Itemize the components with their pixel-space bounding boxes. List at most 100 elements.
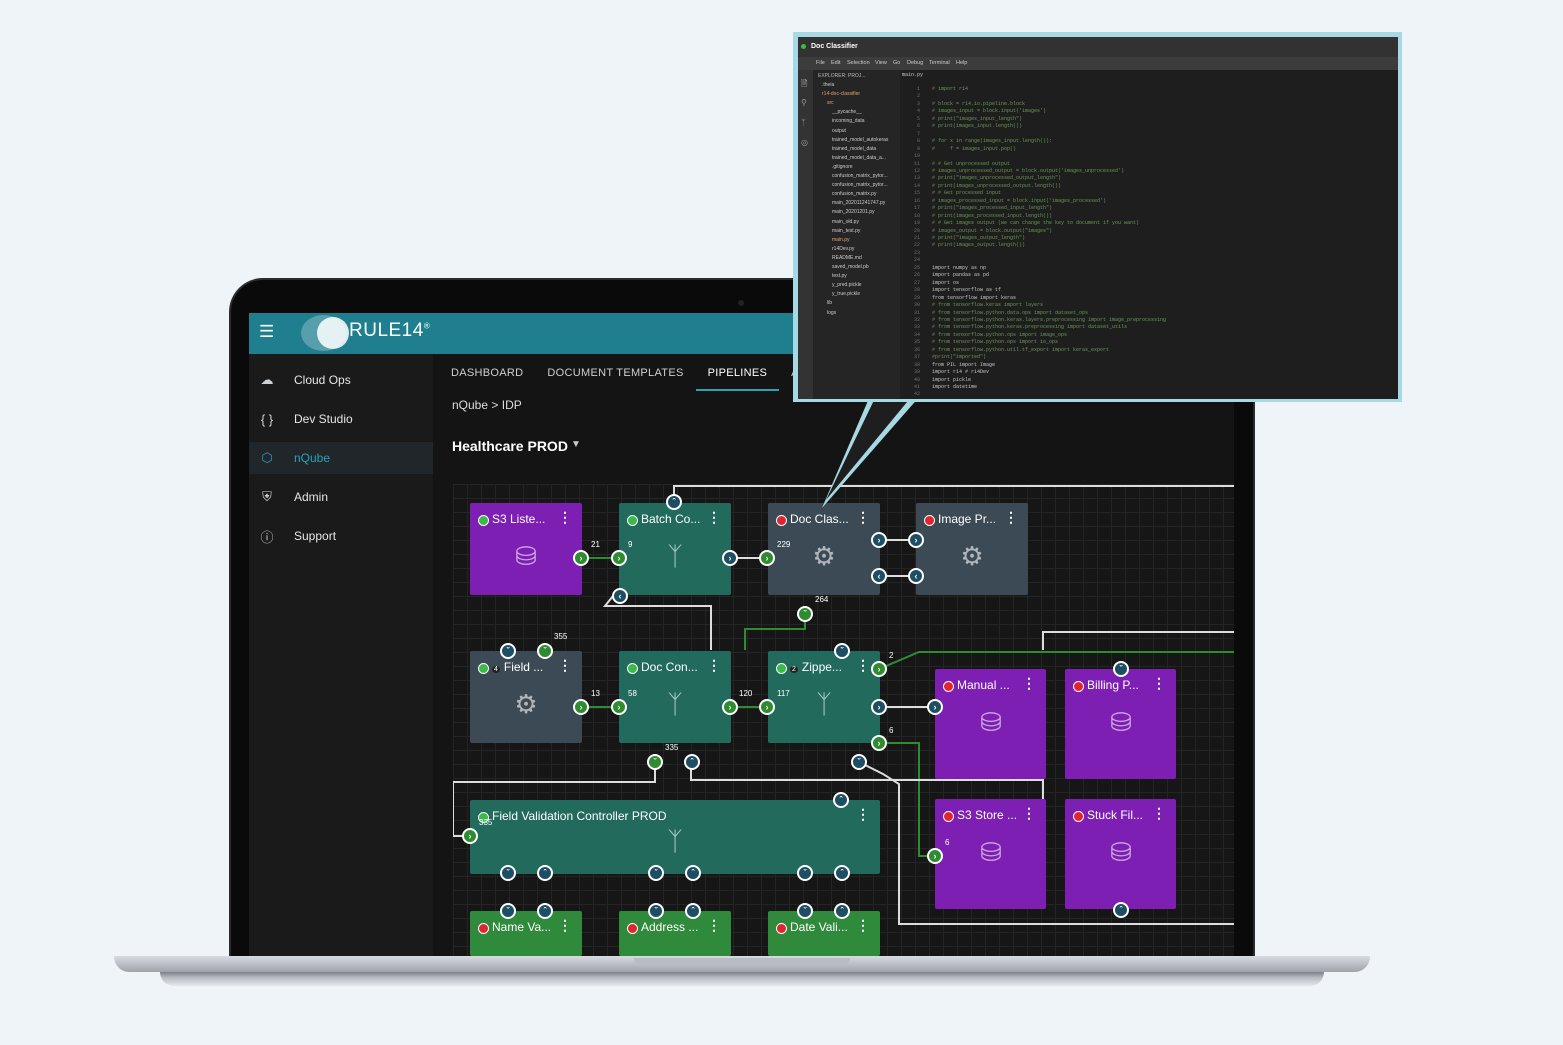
sidebar-item-admin[interactable]: ⛨ Admin [249, 481, 433, 513]
port-in[interactable]: › [759, 699, 775, 715]
port-out[interactable]: › [871, 735, 887, 751]
port-in[interactable]: › [611, 699, 627, 715]
file-tree-item[interactable]: y_true.pickle [832, 291, 860, 300]
port-down[interactable]: ˇ [537, 643, 553, 659]
file-tree-item[interactable]: y_pred.pickle [832, 282, 861, 291]
pipeline-canvas[interactable]: S3 Liste... ⋮ ⛁ Batch Co... ⋮ ᛉ Doc Clas… [453, 484, 1234, 956]
file-tree-item[interactable]: confusion_matrix.py [832, 191, 876, 200]
port-down[interactable]: ˇ [500, 865, 516, 881]
port-down[interactable]: ˇ [647, 754, 663, 770]
node-billing[interactable]: Billing P... ⋮ ⛁ [1065, 669, 1176, 779]
file-tree-item[interactable]: __pycache__ [832, 109, 862, 118]
kebab-menu-icon[interactable]: ⋮ [1152, 806, 1166, 820]
port-in[interactable]: › [759, 550, 775, 566]
port-down[interactable]: ˇ [797, 606, 813, 622]
git-branch-icon[interactable]: ᛉ [801, 118, 806, 127]
file-tree-item[interactable]: main.py [832, 237, 850, 246]
port-out[interactable]: › [871, 699, 887, 715]
node-date-validation[interactable]: Date Vali... ⋮ [768, 911, 880, 956]
kebab-menu-icon[interactable]: ⋮ [558, 658, 572, 672]
port-down[interactable]: ˇ [797, 865, 813, 881]
file-tree-item[interactable]: output [832, 128, 846, 137]
file-tree-item[interactable]: saved_model.pb [832, 264, 869, 273]
node-manual[interactable]: Manual ... ⋮ ⛁ [935, 669, 1046, 779]
node-address-validation[interactable]: Address ... ⋮ [619, 911, 731, 956]
port-out[interactable]: › [871, 532, 887, 548]
kebab-menu-icon[interactable]: ⋮ [558, 918, 572, 932]
tab-dashboard[interactable]: DASHBOARD [439, 357, 535, 391]
port-in[interactable]: › [927, 848, 943, 864]
file-tree-item[interactable]: logs [827, 310, 836, 319]
menu-go[interactable]: Go [893, 60, 900, 66]
kebab-menu-icon[interactable]: ⋮ [856, 918, 870, 932]
kebab-menu-icon[interactable]: ⋮ [856, 510, 870, 524]
port-down[interactable]: ˇ [648, 865, 664, 881]
port-down[interactable]: ˇ [797, 903, 813, 919]
open-tab[interactable]: main.py [902, 72, 923, 78]
port-up[interactable]: ˆ [666, 494, 682, 510]
port-up[interactable]: ˆ [537, 903, 553, 919]
port-in[interactable]: › [927, 699, 943, 715]
file-tree-item[interactable]: incoming_data [832, 118, 865, 127]
search-icon[interactable]: ⚲ [801, 98, 807, 107]
port-down[interactable]: ˇ [648, 903, 664, 919]
menu-edit[interactable]: Edit [831, 60, 840, 66]
port-out[interactable]: › [722, 699, 738, 715]
port-up[interactable]: ˆ [834, 903, 850, 919]
tab-pipelines[interactable]: PIPELINES [695, 357, 780, 391]
port-up[interactable]: ˆ [834, 865, 850, 881]
port-up[interactable]: ˆ [1113, 902, 1129, 918]
node-batch-controller[interactable]: Batch Co... ⋮ ᛉ [619, 503, 731, 595]
kebab-menu-icon[interactable]: ⋮ [707, 658, 721, 672]
node-name-validation[interactable]: Name Va... ⋮ [470, 911, 582, 956]
port-up[interactable]: ˆ [537, 865, 553, 881]
kebab-menu-icon[interactable]: ⋮ [707, 918, 721, 932]
kebab-menu-icon[interactable]: ⋮ [856, 807, 870, 821]
port-out[interactable]: › [871, 661, 887, 677]
node-s3-store[interactable]: S3 Store ... ⋮ ⛁ [935, 799, 1046, 909]
tab-document-templates[interactable]: DOCUMENT TEMPLATES [535, 357, 695, 391]
file-tree-item[interactable]: README.md [832, 255, 862, 264]
breadcrumb-root[interactable]: nQube [452, 398, 488, 412]
port-in[interactable]: › [611, 550, 627, 566]
file-tree-item[interactable]: lib [827, 300, 832, 309]
port-in[interactable]: › [462, 828, 478, 844]
file-tree-item[interactable]: confusion_matrix_pytor... [832, 182, 888, 191]
menu-view[interactable]: View [875, 60, 887, 66]
port-down[interactable]: ˇ [500, 643, 516, 659]
kebab-menu-icon[interactable]: ⋮ [707, 510, 721, 524]
sidebar-item-cloud-ops[interactable]: ☁ Cloud Ops [249, 364, 433, 396]
port-up[interactable]: ˆ [685, 865, 701, 881]
file-tree-item[interactable]: r14Dev.py [832, 246, 854, 255]
file-tree-item[interactable]: trained_model_autokeras [832, 137, 888, 146]
menu-selection[interactable]: Selection [847, 60, 870, 66]
port-down[interactable]: ˇ [851, 754, 867, 770]
menu-debug[interactable]: Debug [907, 60, 923, 66]
menu-file[interactable]: File [816, 60, 825, 66]
kebab-menu-icon[interactable]: ⋮ [1022, 806, 1036, 820]
sidebar-item-dev-studio[interactable]: { } Dev Studio [249, 403, 433, 435]
files-icon[interactable]: 🗎 [801, 78, 807, 92]
node-image-processor[interactable]: Image Pr... ⋮ ⚙ [916, 503, 1028, 595]
port-down[interactable]: ˇ [834, 643, 850, 659]
file-tree-item[interactable]: test.py [832, 273, 847, 282]
port-up[interactable]: ˆ [684, 754, 700, 770]
port-down[interactable]: ˇ [500, 903, 516, 919]
kebab-menu-icon[interactable]: ⋮ [1152, 676, 1166, 690]
menu-terminal[interactable]: Terminal [929, 60, 950, 66]
port-out[interactable]: › [573, 699, 589, 715]
kebab-menu-icon[interactable]: ⋮ [856, 658, 870, 672]
port-up[interactable]: ˆ [833, 792, 849, 808]
sidebar-item-support[interactable]: ⓘ Support [249, 520, 433, 552]
node-field[interactable]: 4 Field ... ⋮ ⚙ [470, 651, 582, 743]
node-stuck-files[interactable]: Stuck Fil... ⋮ ⛁ [1065, 799, 1176, 909]
file-tree-item[interactable]: main_old.py [832, 219, 859, 228]
port-back[interactable]: ‹ [871, 568, 887, 584]
file-tree-item[interactable]: main_202011241747.py [832, 200, 885, 209]
code-area[interactable]: main.py 1 # import r14 2 3 # block = r14.io.… [900, 70, 1398, 399]
port-back[interactable]: ‹ [612, 588, 628, 604]
file-tree-item[interactable]: trained_model_data [832, 146, 876, 155]
kebab-menu-icon[interactable]: ⋮ [558, 510, 572, 524]
file-tree-item[interactable]: r14-doc-classifier [822, 91, 860, 100]
port-down[interactable]: ˇ [1113, 661, 1129, 677]
